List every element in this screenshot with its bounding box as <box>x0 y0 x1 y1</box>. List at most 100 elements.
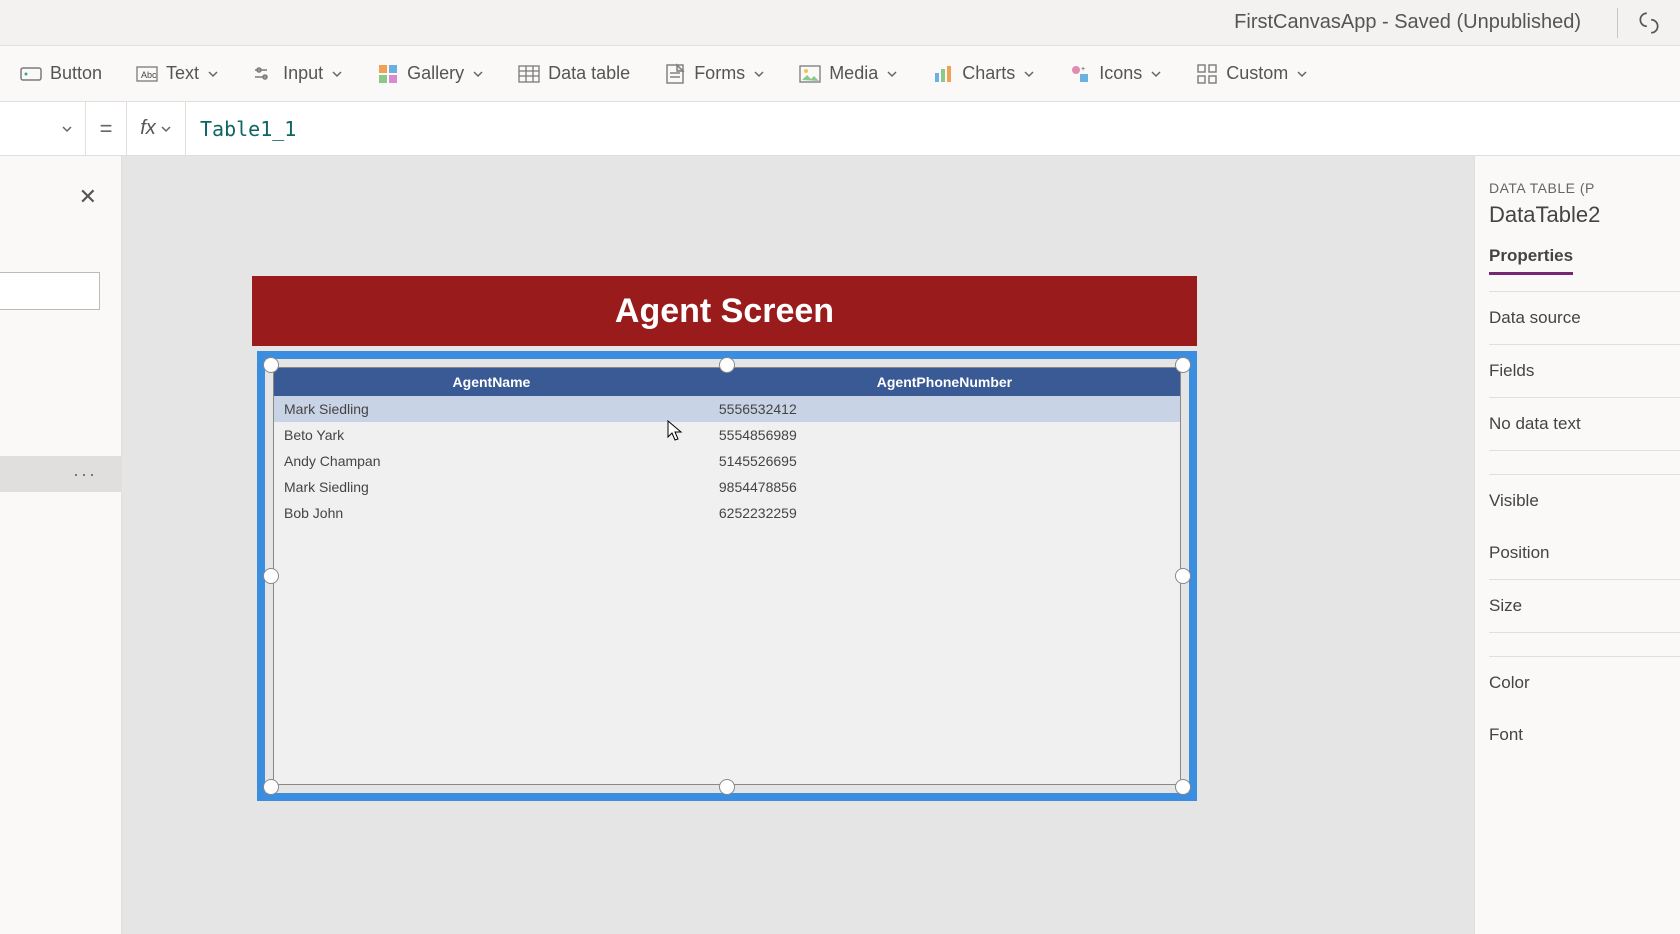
close-icon[interactable]: ✕ <box>79 184 97 210</box>
gallery-icon <box>377 63 399 85</box>
table-row[interactable]: Andy Champan5145526695 <box>274 448 1180 474</box>
main-area: ✕ ··· Agent Screen AgentName AgentPhoneN… <box>0 156 1680 934</box>
fx-button[interactable]: fx <box>126 102 186 155</box>
title-bar: FirstCanvasApp - Saved (Unpublished) <box>0 0 1680 46</box>
cell-name: Mark Siedling <box>274 474 709 500</box>
prop-color[interactable]: Color <box>1489 656 1680 709</box>
ribbon-forms-label: Forms <box>694 63 745 84</box>
prop-visible[interactable]: Visible <box>1489 474 1680 527</box>
chevron-down-icon <box>207 68 219 80</box>
prop-divider <box>1489 632 1680 656</box>
ribbon-text-label: Text <box>166 63 199 84</box>
svg-text:Abc: Abc <box>141 70 157 80</box>
screen-header: Agent Screen <box>252 276 1197 346</box>
canvas-area[interactable]: Agent Screen AgentName AgentPhoneNumber … <box>122 156 1474 934</box>
ribbon-gallery[interactable]: Gallery <box>365 57 496 91</box>
prop-position[interactable]: Position <box>1489 527 1680 579</box>
resize-handle[interactable] <box>1175 568 1191 584</box>
cell-phone: 5145526695 <box>709 448 1180 474</box>
chevron-down-icon <box>886 68 898 80</box>
prop-datasource[interactable]: Data source <box>1489 291 1680 344</box>
resize-handle[interactable] <box>1175 357 1191 373</box>
tree-selected-item[interactable]: ··· <box>0 456 121 492</box>
table-row[interactable]: Mark Siedling5556532412 <box>274 396 1180 422</box>
cell-phone: 5556532412 <box>709 396 1180 422</box>
svg-text:+: + <box>1081 66 1085 73</box>
prop-fields[interactable]: Fields <box>1489 344 1680 397</box>
equals-sign: = <box>86 116 126 142</box>
insert-ribbon: Button Abc Text Input Gallery Data table… <box>0 46 1680 102</box>
media-icon <box>799 63 821 85</box>
app-checker-icon[interactable] <box>1636 10 1662 36</box>
ribbon-custom[interactable]: Custom <box>1184 57 1320 91</box>
property-selector[interactable] <box>0 102 86 155</box>
charts-icon <box>932 63 954 85</box>
cell-name: Andy Champan <box>274 448 709 474</box>
chevron-down-icon <box>753 68 765 80</box>
tab-properties[interactable]: Properties <box>1489 246 1573 275</box>
prop-size[interactable]: Size <box>1489 579 1680 632</box>
cell-name: Mark Siedling <box>274 396 709 422</box>
cell-name: Bob John <box>274 500 709 526</box>
chevron-down-icon <box>1150 68 1162 80</box>
ribbon-gallery-label: Gallery <box>407 63 464 84</box>
button-icon <box>20 63 42 85</box>
table-row[interactable]: Bob John6252232259 <box>274 500 1180 526</box>
input-icon <box>253 63 275 85</box>
cell-phone: 5554856989 <box>709 422 1180 448</box>
chevron-down-icon <box>472 68 484 80</box>
fx-label: fx <box>140 117 156 140</box>
resize-handle[interactable] <box>263 357 279 373</box>
datatable-body: AgentName AgentPhoneNumber Mark Siedling… <box>273 367 1181 785</box>
ribbon-media-label: Media <box>829 63 878 84</box>
ribbon-button-label: Button <box>50 63 102 84</box>
formula-input[interactable]: Table1_1 <box>186 117 1680 141</box>
ribbon-input[interactable]: Input <box>241 57 355 91</box>
resize-handle[interactable] <box>719 357 735 373</box>
resize-handle[interactable] <box>263 568 279 584</box>
resize-handle[interactable] <box>719 779 735 795</box>
cell-phone: 6252232259 <box>709 500 1180 526</box>
ribbon-input-label: Input <box>283 63 323 84</box>
ribbon-text[interactable]: Abc Text <box>124 57 231 91</box>
ribbon-button[interactable]: Button <box>8 57 114 91</box>
resize-handle[interactable] <box>263 779 279 795</box>
ribbon-datatable-label: Data table <box>548 63 630 84</box>
ribbon-icons-label: Icons <box>1099 63 1142 84</box>
prop-font[interactable]: Font <box>1489 709 1680 761</box>
tree-search-input[interactable] <box>0 272 100 310</box>
ribbon-charts[interactable]: Charts <box>920 57 1047 91</box>
ribbon-charts-label: Charts <box>962 63 1015 84</box>
app-title: FirstCanvasApp - Saved (Unpublished) <box>1234 11 1581 34</box>
formula-bar: = fx Table1_1 <box>0 102 1680 156</box>
resize-handle[interactable] <box>1175 779 1191 795</box>
control-type-label: DATA TABLE (P <box>1489 180 1680 196</box>
chevron-down-icon <box>331 68 343 80</box>
ribbon-media[interactable]: Media <box>787 57 910 91</box>
tree-view-panel: ✕ ··· <box>0 156 122 934</box>
control-name[interactable]: DataTable2 <box>1489 202 1680 228</box>
ribbon-forms[interactable]: Forms <box>652 57 777 91</box>
chevron-down-icon <box>160 123 172 135</box>
forms-icon <box>664 63 686 85</box>
table-row[interactable]: Mark Siedling9854478856 <box>274 474 1180 500</box>
cell-phone: 9854478856 <box>709 474 1180 500</box>
data-table: AgentName AgentPhoneNumber Mark Siedling… <box>274 368 1180 526</box>
ribbon-icons[interactable]: + Icons <box>1057 57 1174 91</box>
table-row[interactable]: Beto Yark5554856989 <box>274 422 1180 448</box>
chevron-down-icon <box>61 123 73 135</box>
text-icon: Abc <box>136 63 158 85</box>
app-screen: Agent Screen <box>252 276 1197 346</box>
ribbon-custom-label: Custom <box>1226 63 1288 84</box>
title-divider <box>1617 8 1618 38</box>
more-icon[interactable]: ··· <box>73 464 97 485</box>
screen-title: Agent Screen <box>615 292 834 331</box>
prop-nodata[interactable]: No data text <box>1489 397 1680 450</box>
col-agentname[interactable]: AgentName <box>274 368 709 396</box>
datatable-control-selected[interactable]: AgentName AgentPhoneNumber Mark Siedling… <box>257 351 1197 801</box>
ribbon-datatable[interactable]: Data table <box>506 57 642 91</box>
col-agentphone[interactable]: AgentPhoneNumber <box>709 368 1180 396</box>
datatable-icon <box>518 63 540 85</box>
properties-panel: DATA TABLE (P DataTable2 Properties Data… <box>1474 156 1680 934</box>
prop-divider <box>1489 450 1680 474</box>
